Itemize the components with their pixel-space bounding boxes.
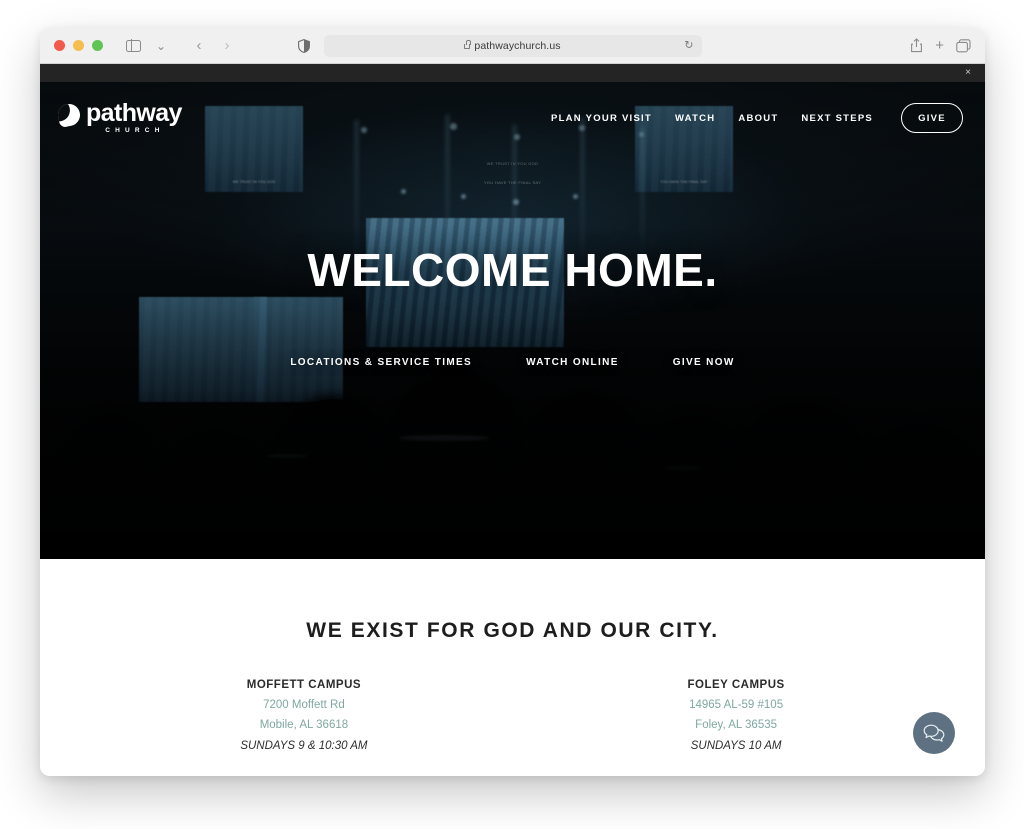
- mission-section: WE EXIST FOR GOD AND OUR CITY. MOFFETT C…: [40, 559, 985, 752]
- campus-service-times: SUNDAYS 10 AM: [690, 740, 782, 752]
- chat-bubbles-icon: [923, 724, 945, 742]
- back-button[interactable]: ‹: [187, 35, 211, 57]
- chat-widget-button[interactable]: [913, 712, 955, 754]
- give-button[interactable]: GIVE: [901, 103, 963, 133]
- lock-icon: [464, 40, 471, 49]
- cta-watch-online[interactable]: WATCH ONLINE: [526, 357, 619, 368]
- logo-subtitle: CHURCH: [105, 127, 165, 135]
- web-page: × WE TRUST IN YOU GOD YOU HAVE THE FINAL…: [40, 64, 985, 776]
- sidebar-toggle-button[interactable]: [121, 35, 145, 57]
- campus-moffett: MOFFETT CAMPUS 7200 Moffett Rd Mobile, A…: [240, 679, 367, 752]
- site-logo[interactable]: pathway CHURCH: [55, 99, 182, 135]
- url-text: pathwaychurch.us: [474, 39, 561, 52]
- traffic-lights: [54, 40, 103, 51]
- cta-give-now[interactable]: GIVE NOW: [673, 357, 735, 368]
- sidebar-icon: [125, 39, 141, 52]
- notification-bar: ×: [40, 64, 985, 82]
- campus-name: MOFFETT CAMPUS: [246, 679, 362, 691]
- campus-address-line-1[interactable]: 7200 Moffett Rd: [240, 699, 367, 711]
- nav-next-steps[interactable]: NEXT STEPS: [801, 113, 873, 124]
- campus-name: FOLEY CAMPUS: [687, 679, 785, 691]
- main-navigation: PLAN YOUR VISIT WATCH ABOUT NEXT STEPS G…: [551, 103, 963, 133]
- pathway-logo-icon: [55, 102, 83, 129]
- hero-section: WE TRUST IN YOU GOD YOU HAVE THE FINAL S…: [40, 82, 985, 559]
- logo-name: pathway: [86, 99, 182, 128]
- share-icon[interactable]: [910, 38, 923, 53]
- campus-address-line-2[interactable]: Mobile, AL 36618: [240, 719, 367, 731]
- campus-address-line-2[interactable]: Foley, AL 36535: [688, 719, 785, 731]
- zoom-window-button[interactable]: [92, 40, 103, 51]
- nav-about[interactable]: ABOUT: [738, 113, 778, 124]
- browser-window: ⌄ ‹ › pathwaychurch.us ↻ + × pathway CHU…: [40, 28, 985, 776]
- forward-button[interactable]: ›: [215, 35, 239, 57]
- hero-title: WELCOME HOME.: [307, 244, 718, 296]
- nav-plan-your-visit[interactable]: PLAN YOUR VISIT: [551, 113, 652, 124]
- close-icon[interactable]: ×: [965, 68, 971, 78]
- section-title: WE EXIST FOR GOD AND OUR CITY.: [306, 619, 719, 642]
- navigation-controls: ⌄ ‹ ›: [121, 35, 239, 57]
- nav-watch[interactable]: WATCH: [675, 113, 715, 124]
- campus-list: MOFFETT CAMPUS 7200 Moffett Rd Mobile, A…: [40, 679, 985, 752]
- toolbar-right-actions: +: [910, 38, 971, 53]
- browser-toolbar: ⌄ ‹ › pathwaychurch.us ↻ +: [40, 28, 985, 64]
- tab-overview-icon[interactable]: [956, 38, 971, 53]
- reload-icon[interactable]: ↻: [684, 40, 693, 51]
- cta-locations-service-times[interactable]: LOCATIONS & SERVICE TIMES: [290, 357, 472, 368]
- reader-contrast-icon[interactable]: [297, 38, 310, 53]
- campus-address-line-1[interactable]: 14965 AL-59 #105: [688, 699, 785, 711]
- campus-service-times: SUNDAYS 9 & 10:30 AM: [240, 740, 368, 752]
- sidebar-chevron-button[interactable]: ⌄: [149, 35, 173, 57]
- new-tab-button[interactable]: +: [935, 38, 944, 53]
- minimize-window-button[interactable]: [73, 40, 84, 51]
- site-header: pathway CHURCH PLAN YOUR VISIT WATCH ABO…: [40, 82, 985, 154]
- address-bar[interactable]: pathwaychurch.us ↻: [323, 34, 702, 57]
- hero-cta-group: LOCATIONS & SERVICE TIMES WATCH ONLINE G…: [290, 357, 734, 368]
- campus-foley: FOLEY CAMPUS 14965 AL-59 #105 Foley, AL …: [688, 679, 785, 752]
- close-window-button[interactable]: [54, 40, 65, 51]
